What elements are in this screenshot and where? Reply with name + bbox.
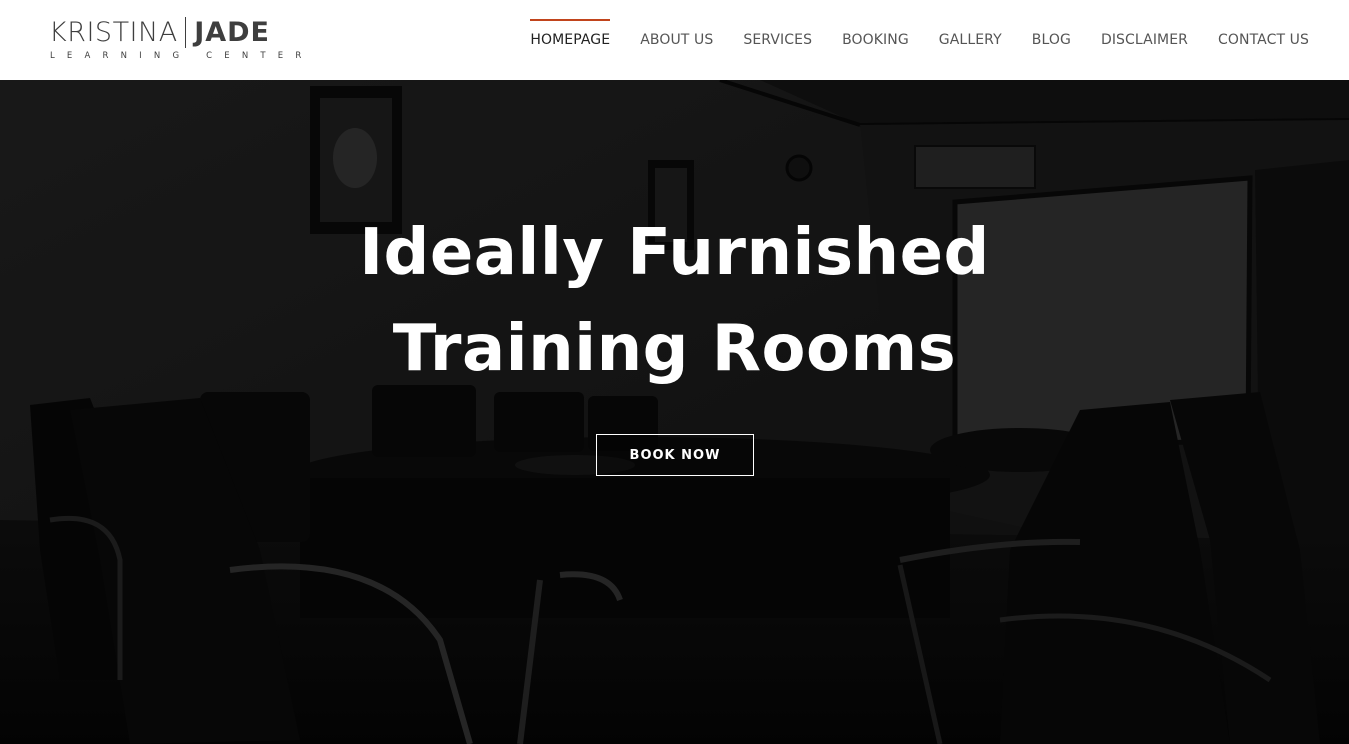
nav-item-contact-us[interactable]: CONTACT US	[1218, 0, 1309, 80]
hero-title-line-1: Ideally Furnished	[359, 216, 990, 290]
page: KRISTINA JADE LEARNING CENTER HOMEPAGE A…	[0, 0, 1349, 744]
logo-divider	[184, 16, 187, 48]
nav-item-disclaimer[interactable]: DISCLAIMER	[1101, 0, 1188, 80]
hero-title-line-2: Training Rooms	[392, 312, 957, 386]
nav-item-homepage[interactable]: HOMEPAGE	[530, 0, 610, 80]
nav-item-blog[interactable]: BLOG	[1032, 0, 1071, 80]
hero-section: Ideally Furnished Training Rooms BOOK NO…	[0, 80, 1349, 744]
logo-subtitle: LEARNING CENTER	[50, 51, 314, 61]
main-nav: HOMEPAGE ABOUT US SERVICES BOOKING GALLE…	[530, 0, 1309, 80]
nav-item-gallery[interactable]: GALLERY	[939, 0, 1002, 80]
book-now-button[interactable]: BOOK NOW	[596, 434, 754, 476]
logo-wordmark: KRISTINA JADE	[49, 16, 270, 48]
logo-name-first: KRISTINA	[49, 16, 178, 48]
hero-overlay	[0, 80, 1349, 744]
nav-item-booking[interactable]: BOOKING	[842, 0, 909, 80]
hero-title: Ideally Furnished Training Rooms	[0, 205, 1349, 397]
site-logo[interactable]: KRISTINA JADE LEARNING CENTER	[49, 16, 349, 64]
nav-item-about-us[interactable]: ABOUT US	[640, 0, 713, 80]
logo-name-second: JADE	[194, 16, 271, 48]
nav-item-services[interactable]: SERVICES	[743, 0, 812, 80]
site-header: KRISTINA JADE LEARNING CENTER HOMEPAGE A…	[0, 0, 1349, 80]
